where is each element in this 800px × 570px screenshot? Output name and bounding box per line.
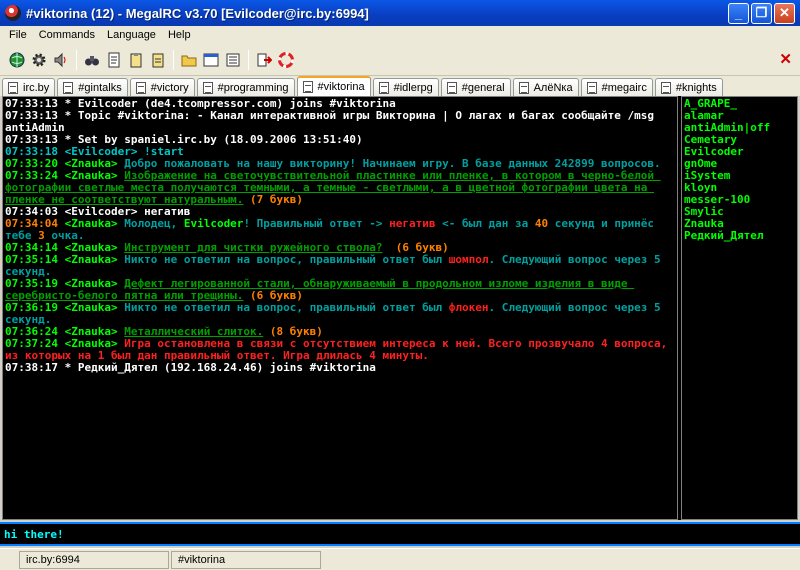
speaker-icon[interactable] — [50, 49, 72, 71]
menu-file[interactable]: File — [3, 29, 33, 41]
menu-commands[interactable]: Commands — [33, 29, 101, 41]
toolbar: ✕ — [0, 44, 800, 76]
document-icon[interactable] — [103, 49, 125, 71]
chat-segment: ! Правильный ответ -> — [243, 217, 390, 230]
toolbar-separator — [248, 49, 249, 70]
tab-label: #gintalks — [78, 81, 122, 94]
tab-label: #idlerpg — [393, 81, 433, 94]
chat-segment: Evilcoder — [183, 217, 244, 230]
nick-item[interactable]: Редкий_Дятел — [684, 230, 795, 242]
chat-segment: <- был дан за — [435, 217, 535, 230]
chat-line: 07:37:24 <Znauka> Игра остановлена в свя… — [5, 338, 675, 362]
clipboard-alt-icon[interactable] — [147, 49, 169, 71]
binoculars-icon[interactable] — [81, 49, 103, 71]
tab-general[interactable]: #general — [440, 78, 511, 96]
tab-label: #victory — [150, 81, 189, 94]
menu-help[interactable]: Help — [162, 29, 197, 41]
menu-bar: File Commands Language Help — [0, 26, 800, 44]
chat-segment: (7 букв) — [243, 193, 304, 206]
channel-icon — [202, 81, 213, 94]
input-bar — [0, 522, 800, 546]
chat-segment: Молодец, — [124, 217, 184, 230]
status-spacer — [2, 551, 17, 569]
chat-segment: Никто не ответил на вопрос, правильный о… — [124, 301, 449, 314]
chat-line: 07:38:17 * Редкий_Дятел (192.168.24.46) … — [5, 362, 675, 374]
chat-segment: Никто не ответил на вопрос, правильный о… — [124, 253, 449, 266]
message-input[interactable] — [0, 525, 800, 543]
toolbar-separator — [76, 49, 77, 70]
status-channel: #viktorina — [171, 550, 321, 569]
tab-programming[interactable]: #programming — [196, 78, 295, 96]
tab-label: #viktorina — [317, 81, 365, 93]
maximize-button[interactable]: ❐ — [751, 2, 772, 24]
close-tab-icon[interactable]: ✕ — [779, 50, 792, 68]
chat-segment: шомпол — [448, 253, 489, 266]
tab-label: #megairc — [601, 81, 647, 94]
chat-segment: негатив — [389, 217, 436, 230]
channel-icon — [378, 81, 389, 94]
app-icon — [5, 5, 21, 21]
chat-segment: 07:38:17 * Редкий_Дятел (192.168.24.46) … — [5, 361, 376, 374]
chat-segment: флокен — [448, 301, 489, 314]
tab-label: #programming — [217, 81, 289, 94]
lifebuoy-icon[interactable] — [275, 49, 297, 71]
exit-icon[interactable] — [253, 49, 275, 71]
chat-line: 07:33:13 * Topic #viktorina: - Канал инт… — [5, 110, 675, 134]
status-server: irc.by:6994 — [19, 550, 169, 569]
window-icon[interactable] — [200, 49, 222, 71]
close-button[interactable]: ✕ — [774, 2, 795, 24]
tab-knights[interactable]: #knights — [654, 78, 723, 96]
chat-segment: 07:33:13 * Topic #viktorina: - Канал инт… — [5, 109, 661, 134]
gear-icon[interactable] — [28, 49, 50, 71]
chat-segment: 40 — [534, 217, 549, 230]
tab-viktorina[interactable]: #viktorina — [296, 76, 371, 96]
tab-megairc[interactable]: #megairc — [580, 78, 653, 96]
chat-line: 07:34:04 <Znauka> Молодец, Evilcoder! Пр… — [5, 218, 675, 242]
channel-tabs: irc.by #gintalks #victory #programming #vikt… — [0, 76, 800, 96]
channel-icon — [63, 81, 74, 94]
clipboard-icon[interactable] — [125, 49, 147, 71]
tab-label: #general — [461, 81, 505, 94]
channel-icon — [135, 81, 146, 94]
menu-language[interactable]: Language — [101, 29, 162, 41]
tab-label: #knights — [675, 81, 717, 94]
chat-log: 07:33:13 * Evilcoder (de4.tcompressor.co… — [3, 97, 677, 375]
tab-gintalks[interactable]: #gintalks — [57, 78, 128, 96]
tab-алёnка[interactable]: АлёNка — [512, 78, 579, 96]
channel-icon — [660, 81, 671, 94]
chat-line: 07:33:24 <Znauka> Изображение на светочу… — [5, 170, 675, 206]
title-bar: #viktorina (12) - MegalRC v3.70 [Evilcod… — [0, 0, 800, 26]
tab-ircby[interactable]: irc.by — [2, 78, 56, 96]
tab-label: АлёNка — [533, 81, 573, 94]
list-icon[interactable] — [222, 49, 244, 71]
minimize-button[interactable]: _ — [728, 2, 749, 24]
chat-line: 07:36:19 <Znauka> Никто не ответил на во… — [5, 302, 675, 326]
chat-line: 07:35:14 <Znauka> Никто не ответил на во… — [5, 254, 675, 278]
folder-icon[interactable] — [178, 49, 200, 71]
chat-line: 07:35:19 <Znauka> Дефект легированной ст… — [5, 278, 675, 302]
channel-icon — [8, 81, 18, 94]
tab-idlerpg[interactable]: #idlerpg — [372, 78, 439, 96]
channel-icon — [302, 81, 313, 93]
window-title: #viktorina (12) - MegalRC v3.70 [Evilcod… — [26, 5, 369, 21]
status-bar: irc.by:6994 #viktorina — [0, 548, 800, 570]
channel-icon — [446, 81, 457, 94]
chat-window[interactable]: 07:33:13 * Evilcoder (de4.tcompressor.co… — [2, 96, 678, 520]
channel-icon — [518, 81, 529, 94]
channel-icon — [586, 81, 597, 94]
tab-label: irc.by — [23, 81, 50, 94]
nick-list[interactable]: A_GRAPE_ alamar antiAdmin|off Cemetary Evilc… — [681, 96, 798, 520]
globe-icon[interactable] — [6, 49, 28, 71]
toolbar-separator — [173, 49, 174, 70]
tab-victory[interactable]: #victory — [129, 78, 195, 96]
